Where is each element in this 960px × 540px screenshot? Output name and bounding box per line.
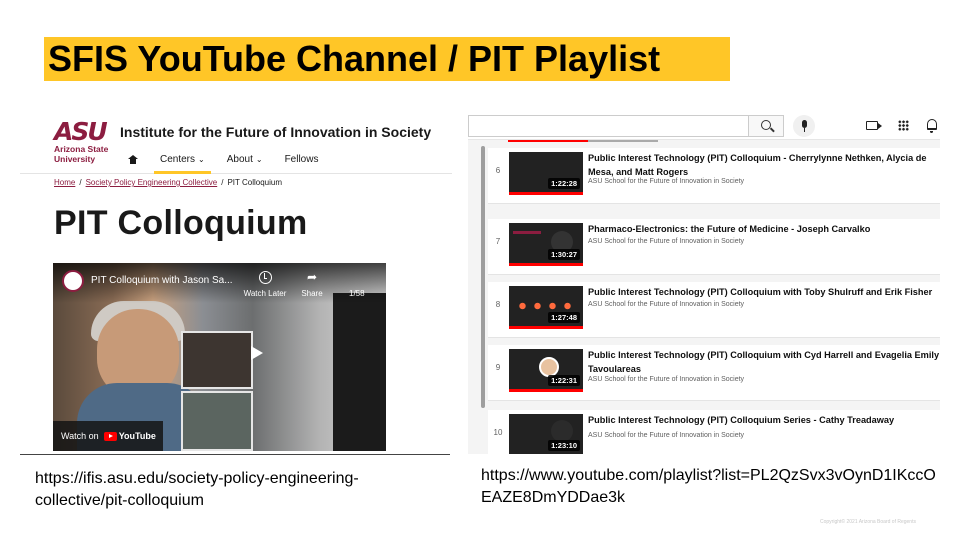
bell-icon[interactable] (927, 119, 937, 133)
channel-name[interactable]: ASU School for the Future of Innovation … (588, 301, 744, 308)
copyright-notice: Copyright© 2021 Arizona Board of Regents (820, 519, 916, 525)
create-video-icon[interactable] (866, 121, 882, 130)
video-title[interactable]: PIT Colloquium with Jason Sa... (91, 275, 241, 286)
playlist-item[interactable]: 10 1:23:10 Public Interest Technology (P… (488, 410, 940, 454)
youtube-logo: YouTube (103, 431, 156, 441)
apps-grid-icon[interactable] (898, 120, 909, 131)
video-thumbnail[interactable]: 1:22:28 (509, 152, 583, 195)
asu-logo-mark: ASU (54, 117, 108, 146)
watched-progress-bar (509, 389, 583, 392)
asu-header: ASU Arizona State University Institute f… (20, 108, 452, 174)
nav-about-label: About (226, 153, 253, 165)
playlist-count[interactable]: 1/58 (349, 289, 365, 298)
microphone-icon[interactable] (793, 115, 815, 137)
search-button[interactable] (748, 115, 784, 137)
video-thumbnail[interactable]: 1:23:10 (509, 414, 583, 454)
thumbnail-graphic (513, 231, 541, 234)
scrollbar[interactable] (481, 146, 485, 408)
video-duration: 1:23:10 (548, 440, 580, 451)
search-input[interactable] (468, 115, 748, 137)
playlist-item[interactable]: 9 1:22:31 Public Interest Technology (PI… (488, 345, 940, 401)
playlist-item[interactable]: 8 1:27:48 Public Interest Technology (PI… (488, 282, 940, 338)
video-thumbnail[interactable]: 1:22:31 (509, 349, 583, 392)
nav-home[interactable] (128, 148, 138, 170)
video-inset-image (181, 331, 253, 389)
progress-bar-track (588, 140, 658, 142)
watch-later-label: Watch Later (243, 289, 287, 298)
video-thumbnail[interactable]: 1:30:27 (509, 223, 583, 266)
playlist-url: https://www.youtube.com/playlist?list=PL… (481, 467, 936, 506)
clock-icon (258, 271, 272, 284)
youtube-topbar (468, 112, 940, 140)
nav-fellows[interactable]: Fellows (285, 148, 319, 170)
channel-avatar-icon[interactable] (62, 270, 84, 292)
asu-logo-line1: Arizona State (54, 144, 109, 154)
youtube-wordmark: YouTube (118, 431, 156, 441)
breadcrumb-separator: / (79, 178, 82, 187)
video-thumbnail[interactable]: 1:27:48 (509, 286, 583, 329)
chevron-down-icon: ⌄ (255, 154, 263, 164)
item-index: 7 (495, 237, 501, 246)
main-nav: Centers ⌄ About ⌄ Fellows (128, 148, 340, 174)
site-title[interactable]: Institute for the Future of Innovation i… (120, 124, 431, 140)
asu-logo[interactable]: ASU Arizona State University (54, 117, 114, 164)
channel-name[interactable]: ASU School for the Future of Innovation … (588, 178, 744, 185)
progress-bar (508, 140, 588, 142)
search-icon (761, 120, 771, 130)
watched-progress-bar (509, 326, 583, 329)
video-duration: 1:27:48 (548, 312, 580, 323)
video-title[interactable]: Public Interest Technology (PIT) Colloqu… (588, 414, 940, 428)
video-inset-image (181, 391, 253, 451)
asu-logo-line2: University (54, 154, 96, 164)
nav-about[interactable]: About ⌄ (227, 148, 263, 170)
video-duration: 1:30:27 (548, 249, 580, 260)
video-shadow (333, 293, 386, 451)
breadcrumb-home[interactable]: Home (54, 178, 75, 187)
share-label: Share (301, 289, 323, 298)
chevron-down-icon: ⌄ (198, 154, 205, 164)
share-arrow-icon: ➦ (306, 270, 318, 284)
item-index: 9 (495, 363, 501, 372)
nav-centers-label: Centers (160, 153, 196, 165)
watched-progress-bar (509, 263, 583, 266)
channel-name[interactable]: ASU School for the Future of Innovation … (588, 432, 744, 439)
video-duration: 1:22:31 (548, 375, 580, 386)
thumbnail-graphic (551, 420, 573, 442)
video-title[interactable]: Public Interest Technology (PIT) Colloqu… (588, 152, 940, 179)
breadcrumb-separator: / (221, 178, 224, 187)
nav-centers[interactable]: Centers ⌄ (154, 148, 211, 174)
video-title[interactable]: Public Interest Technology (PIT) Colloqu… (588, 349, 940, 376)
watch-on-label: Watch on (61, 431, 99, 441)
breadcrumb-current: PIT Colloquium (227, 178, 282, 187)
channel-name[interactable]: ASU School for the Future of Innovation … (588, 376, 744, 383)
channel-name[interactable]: ASU School for the Future of Innovation … (588, 238, 744, 245)
asu-page-url: https://ifis.asu.edu/society-policy-engi… (35, 470, 359, 509)
item-index: 8 (495, 300, 501, 309)
nav-fellows-label: Fellows (284, 153, 319, 165)
playlist-item[interactable]: 7 1:30:27 Pharmaco-Electronics: the Futu… (488, 219, 940, 275)
divider (20, 454, 450, 455)
youtube-embed-player[interactable]: PIT Colloquium with Jason Sa... Watch La… (53, 263, 386, 451)
share-button[interactable]: ➦ Share (297, 270, 327, 299)
video-duration: 1:22:28 (548, 178, 580, 189)
video-title[interactable]: Pharmaco-Electronics: the Future of Medi… (588, 223, 940, 237)
playlist-item[interactable]: 6 1:22:28 Public Interest Technology (PI… (488, 148, 940, 204)
item-index: 6 (495, 166, 501, 175)
play-icon[interactable] (251, 346, 263, 360)
youtube-play-icon (103, 431, 117, 441)
page-title: PIT Colloquium (54, 204, 308, 242)
breadcrumb-collective[interactable]: Society Policy Engineering Collective (86, 178, 218, 187)
youtube-playlist-screenshot: 6 1:22:28 Public Interest Technology (PI… (468, 112, 940, 454)
home-icon (128, 154, 138, 164)
watch-later-button[interactable]: Watch Later (243, 271, 287, 298)
thumbnail-graphic (539, 357, 559, 377)
asu-page-screenshot: ASU Arizona State University Institute f… (20, 108, 452, 454)
video-title[interactable]: Public Interest Technology (PIT) Colloqu… (588, 286, 940, 300)
slide-title: SFIS YouTube Channel / PIT Playlist (44, 37, 730, 81)
playlist-items: 6 1:22:28 Public Interest Technology (PI… (488, 140, 940, 454)
breadcrumb: Home / Society Policy Engineering Collecti… (54, 178, 282, 187)
item-index: 10 (493, 428, 503, 437)
watch-on-youtube-button[interactable]: Watch on YouTube (53, 421, 163, 451)
watched-progress-bar (509, 192, 583, 195)
